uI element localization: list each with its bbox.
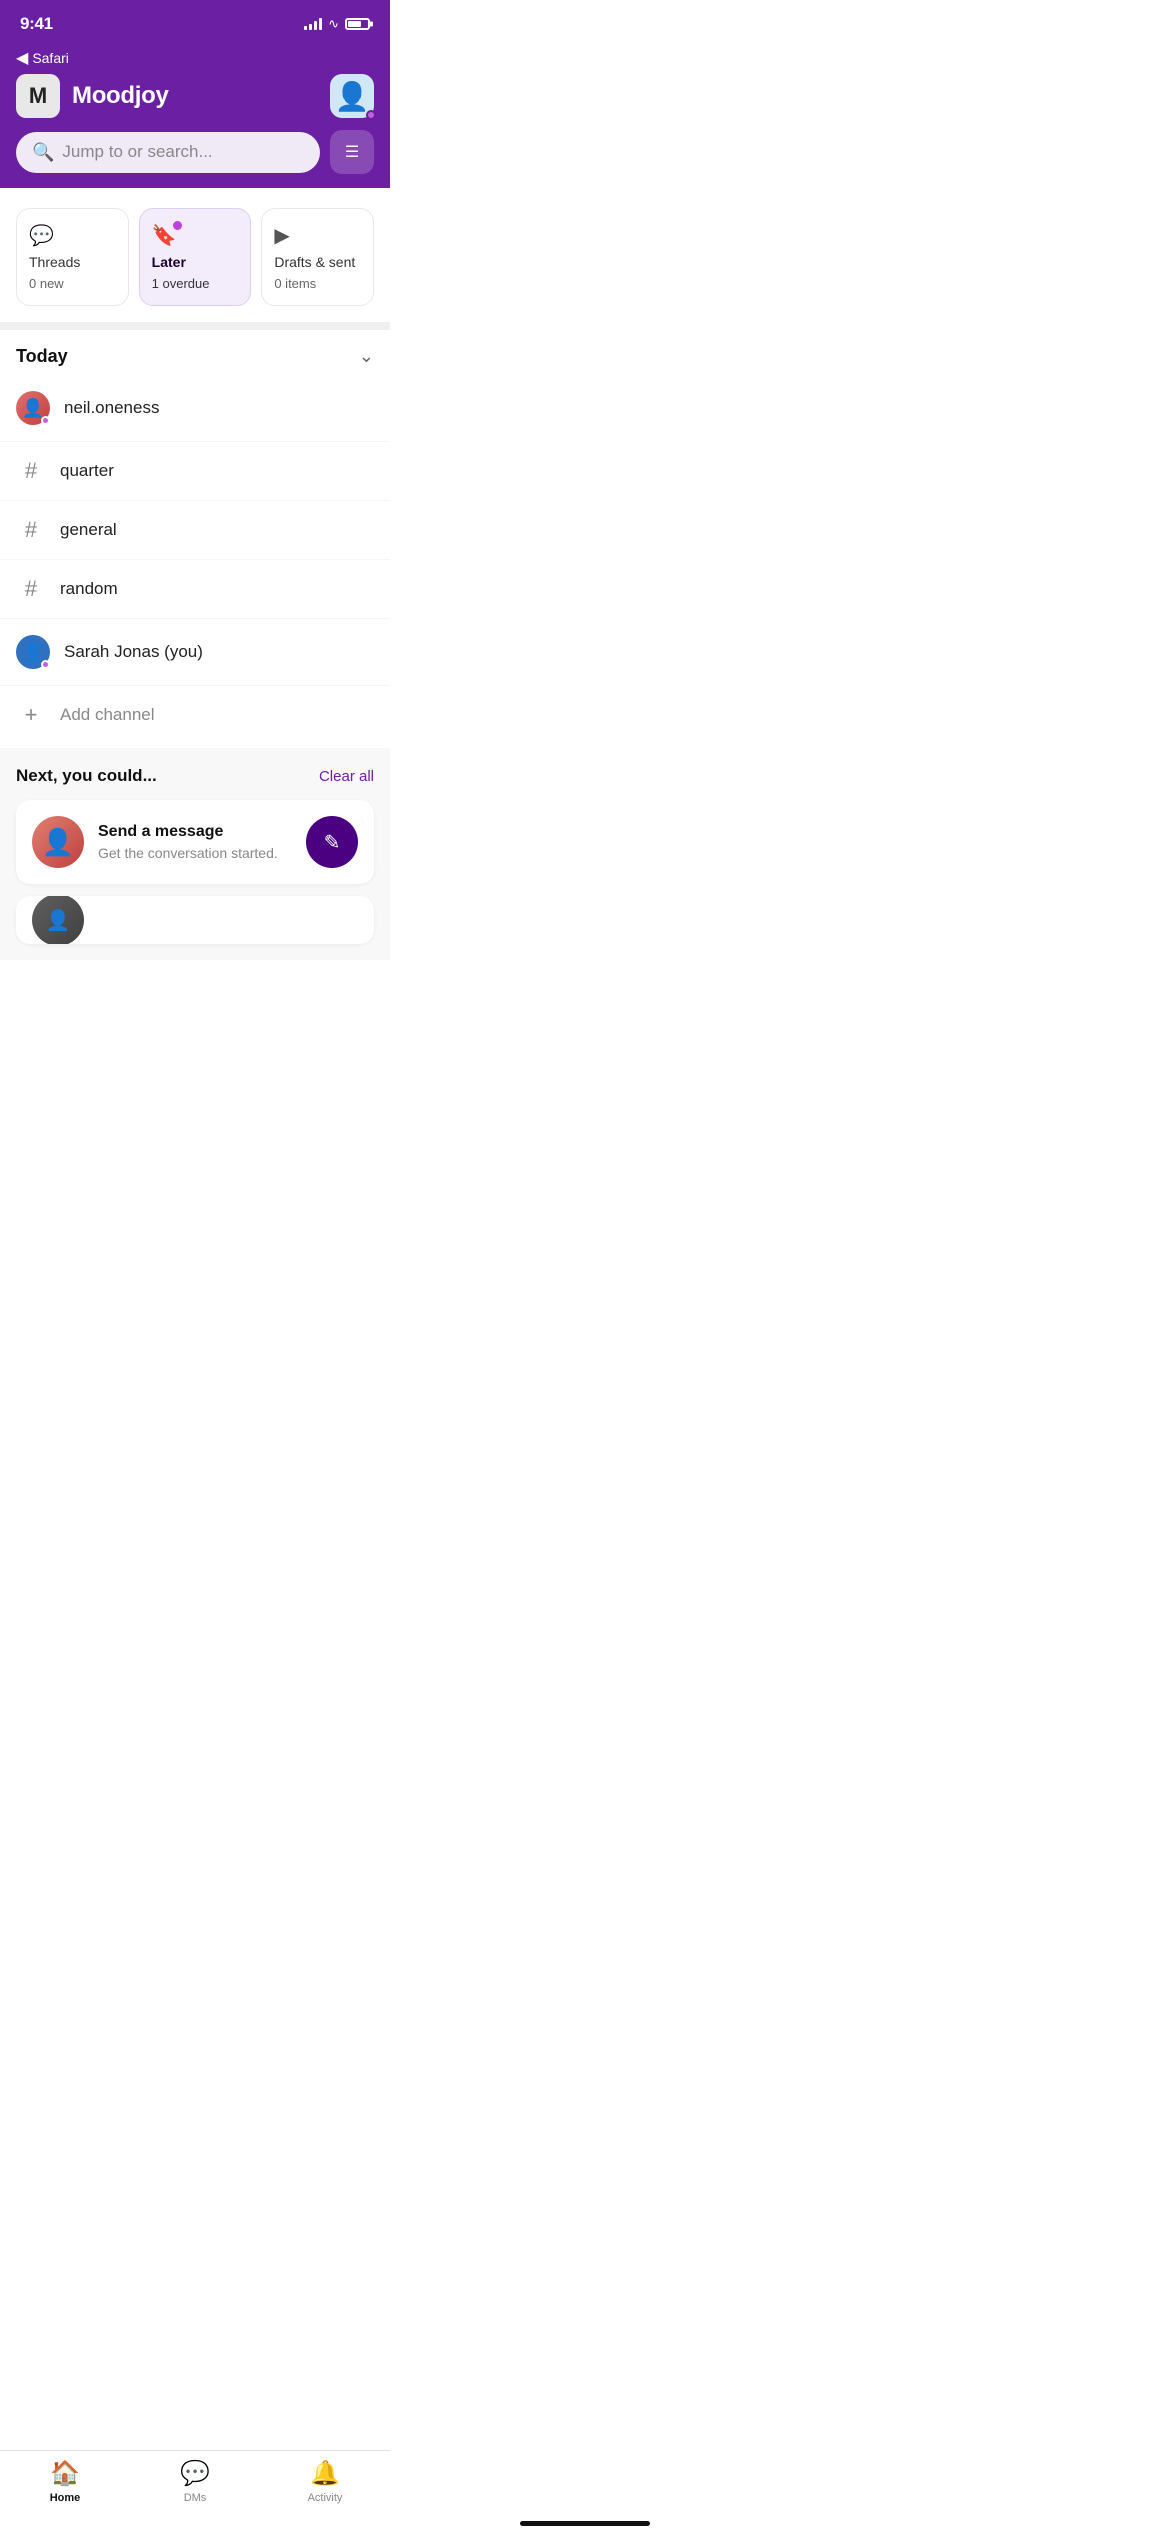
section-divider-1 bbox=[0, 322, 390, 330]
drafts-card-title: Drafts & sent bbox=[274, 254, 361, 270]
neil-channel-name: neil.oneness bbox=[64, 398, 159, 418]
dms-icon: 💬 bbox=[180, 2459, 210, 2488]
tab-home[interactable]: 🏠 Home bbox=[0, 2459, 130, 2504]
suggestion-desc: Get the conversation started. bbox=[98, 845, 292, 861]
battery-icon bbox=[345, 18, 370, 30]
general-channel-name: general bbox=[60, 520, 117, 540]
app-logo: M bbox=[16, 74, 60, 118]
dms-tab-label: DMs bbox=[184, 2492, 207, 2504]
back-label: Safari bbox=[32, 50, 69, 66]
later-card[interactable]: 🔖 Later 1 overdue bbox=[139, 208, 252, 306]
suggestion-card-message[interactable]: 👤 Send a message Get the conversation st… bbox=[16, 800, 374, 884]
neil-online-dot bbox=[41, 416, 50, 425]
back-arrow-icon: ◀ bbox=[16, 48, 28, 68]
home-icon: 🏠 bbox=[50, 2459, 80, 2488]
status-time: 9:41 bbox=[20, 14, 53, 34]
channel-list: 👤 neil.oneness # quarter # general # ran… bbox=[0, 375, 390, 744]
filter-icon: ☰ bbox=[345, 142, 359, 162]
hash-icon: # bbox=[16, 517, 46, 543]
later-dot bbox=[173, 221, 182, 230]
suggestion-avatar: 👤 bbox=[32, 816, 84, 868]
add-channel-item[interactable]: + Add channel bbox=[0, 686, 390, 744]
today-collapse-icon[interactable]: ⌄ bbox=[359, 346, 374, 367]
add-channel-icon: + bbox=[16, 702, 46, 728]
suggestion-text: Send a message Get the conversation star… bbox=[98, 823, 292, 861]
quick-cards: 💬 Threads 0 new 🔖 Later 1 overdue ▶ Draf… bbox=[0, 188, 390, 322]
tab-bar: 🏠 Home 💬 DMs 🔔 Activity bbox=[0, 2450, 390, 2532]
next-section: Next, you could... Clear all 👤 Send a me… bbox=[0, 748, 390, 960]
self-online-dot bbox=[41, 660, 50, 669]
dm-item-self[interactable]: 👤 Sarah Jonas (you) bbox=[0, 619, 390, 686]
home-tab-label: Home bbox=[50, 2492, 81, 2504]
clear-all-button[interactable]: Clear all bbox=[319, 768, 374, 785]
later-card-title: Later bbox=[152, 254, 239, 270]
filter-button[interactable]: ☰ bbox=[330, 130, 374, 174]
next-header: Next, you could... Clear all bbox=[16, 766, 374, 786]
activity-icon: 🔔 bbox=[310, 2459, 340, 2488]
drafts-card-subtitle: 0 items bbox=[274, 276, 361, 291]
self-avatar: 👤 bbox=[16, 635, 50, 669]
quarter-channel-name: quarter bbox=[60, 461, 114, 481]
neil-avatar: 👤 bbox=[16, 391, 50, 425]
header-left: M Moodjoy bbox=[16, 74, 169, 118]
today-header: Today ⌄ bbox=[16, 346, 374, 367]
search-placeholder: Jump to or search... bbox=[62, 142, 212, 162]
nav-back[interactable]: ◀ Safari bbox=[16, 48, 374, 68]
search-icon: 🔍 bbox=[32, 142, 54, 163]
search-row: 🔍 Jump to or search... ☰ bbox=[16, 130, 374, 174]
threads-card-title: Threads bbox=[29, 254, 116, 270]
compose-icon: ✎ bbox=[324, 830, 341, 855]
random-channel-name: random bbox=[60, 579, 118, 599]
app-header: ◀ Safari M Moodjoy 👤 🔍 Jump to or search… bbox=[0, 42, 390, 188]
app-name: Moodjoy bbox=[72, 82, 169, 110]
hash-icon: # bbox=[16, 458, 46, 484]
drafts-card[interactable]: ▶ Drafts & sent 0 items bbox=[261, 208, 374, 306]
signal-icon bbox=[304, 18, 322, 30]
status-icons: ∿ bbox=[304, 16, 370, 32]
channel-item-random[interactable]: # random bbox=[0, 560, 390, 619]
compose-button[interactable]: ✎ bbox=[306, 816, 358, 868]
later-icon: 🔖 bbox=[152, 223, 180, 248]
threads-card[interactable]: 💬 Threads 0 new bbox=[16, 208, 129, 306]
header-row: M Moodjoy 👤 bbox=[16, 74, 374, 118]
suggestion-title: Send a message bbox=[98, 823, 292, 841]
today-title: Today bbox=[16, 346, 68, 367]
channel-item-quarter[interactable]: # quarter bbox=[0, 442, 390, 501]
tab-dms[interactable]: 💬 DMs bbox=[130, 2459, 260, 2504]
tab-bar-spacer bbox=[0, 960, 390, 1050]
dm-item-neil[interactable]: 👤 neil.oneness bbox=[0, 375, 390, 442]
today-section: Today ⌄ bbox=[0, 330, 390, 367]
threads-icon: 💬 bbox=[29, 223, 57, 248]
next-title: Next, you could... bbox=[16, 766, 157, 786]
later-card-subtitle: 1 overdue bbox=[152, 276, 239, 291]
tab-activity[interactable]: 🔔 Activity bbox=[260, 2459, 390, 2504]
drafts-icon: ▶ bbox=[274, 223, 302, 248]
avatar-status-dot bbox=[366, 110, 376, 120]
threads-card-subtitle: 0 new bbox=[29, 276, 116, 291]
self-channel-name: Sarah Jonas (you) bbox=[64, 642, 203, 662]
partial-suggestion-card[interactable]: 👤 bbox=[16, 896, 374, 944]
profile-avatar-button[interactable]: 👤 bbox=[330, 74, 374, 118]
avatar-icon: 👤 bbox=[335, 80, 370, 113]
add-channel-label: Add channel bbox=[60, 705, 155, 725]
hash-icon: # bbox=[16, 576, 46, 602]
search-bar[interactable]: 🔍 Jump to or search... bbox=[16, 132, 320, 173]
home-indicator bbox=[520, 2521, 650, 2526]
partial-avatar: 👤 bbox=[32, 896, 84, 944]
activity-tab-label: Activity bbox=[308, 2492, 343, 2504]
wifi-icon: ∿ bbox=[328, 16, 339, 32]
status-bar: 9:41 ∿ bbox=[0, 0, 390, 42]
channel-item-general[interactable]: # general bbox=[0, 501, 390, 560]
